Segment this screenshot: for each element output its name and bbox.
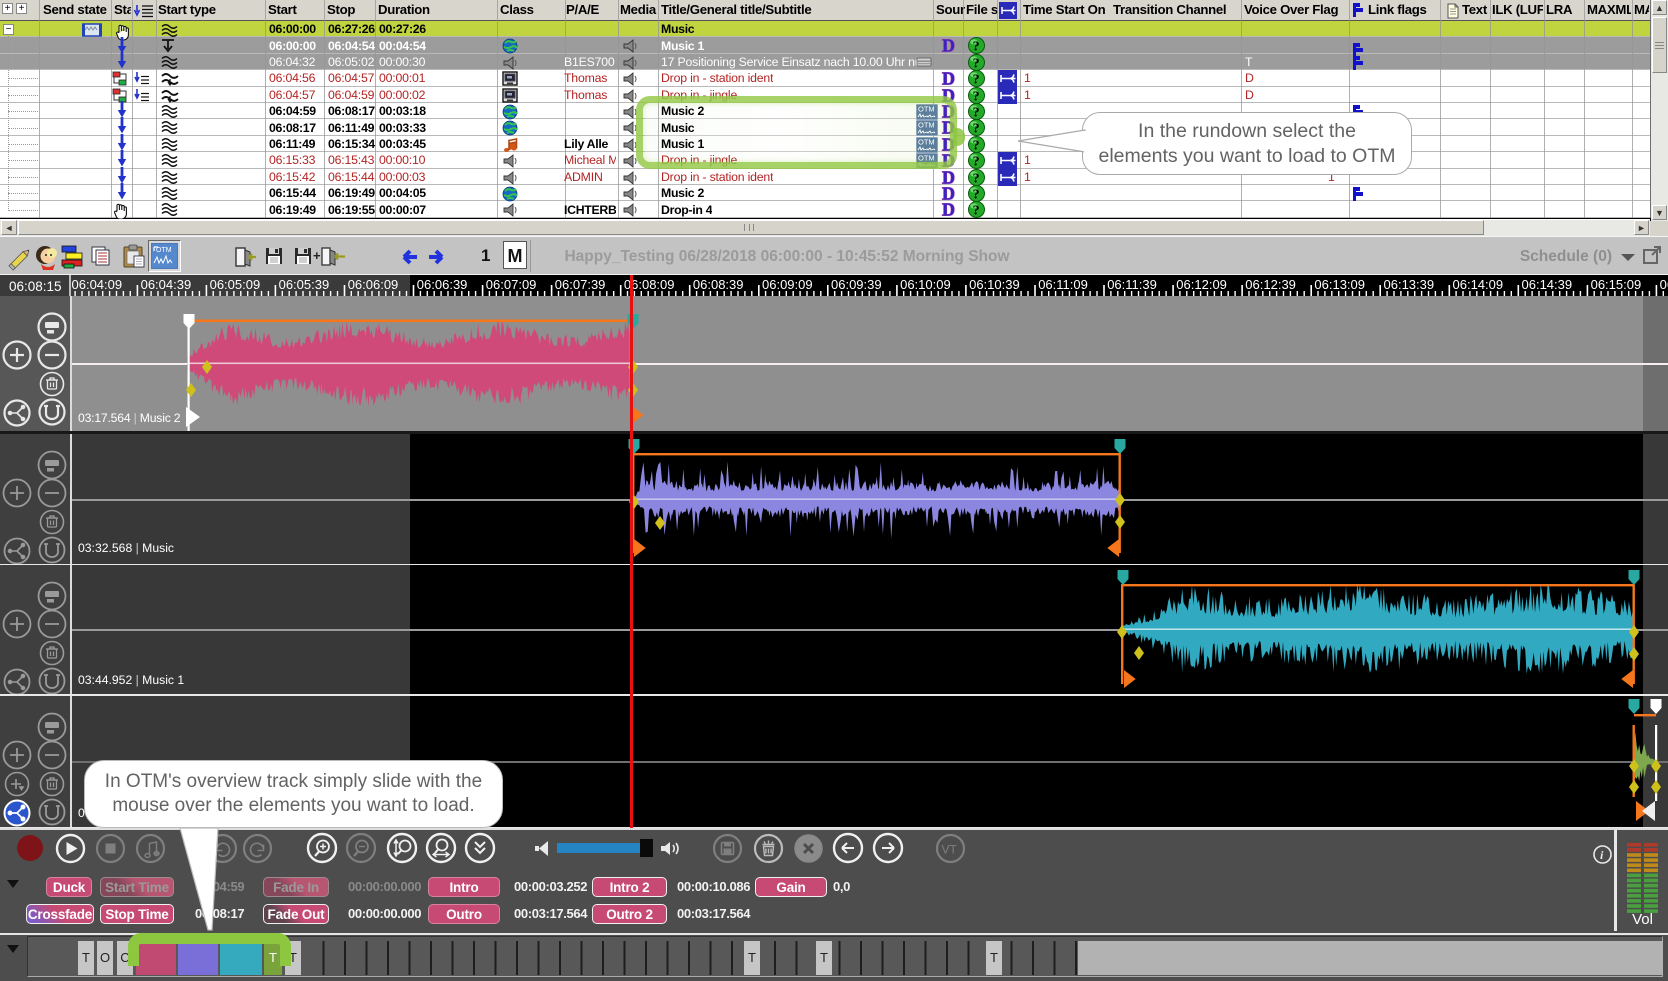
- svg-text:?: ?: [973, 56, 980, 71]
- svg-text:?: ?: [973, 73, 980, 88]
- svg-text:?: ?: [973, 89, 980, 104]
- svg-text:D: D: [942, 169, 955, 186]
- svg-text:D: D: [942, 37, 955, 54]
- svg-text:?: ?: [973, 40, 980, 55]
- svg-text:?: ?: [973, 155, 980, 170]
- svg-text:?: ?: [973, 204, 980, 219]
- svg-text:?: ?: [973, 171, 980, 186]
- svg-text:D: D: [942, 185, 955, 202]
- svg-text:?: ?: [973, 138, 980, 153]
- svg-text:D: D: [942, 201, 955, 218]
- svg-text:?: ?: [973, 106, 980, 121]
- svg-text:VT: VT: [941, 842, 957, 856]
- svg-text:D: D: [942, 70, 955, 87]
- svg-text:i: i: [1600, 848, 1604, 862]
- svg-text:OTM: OTM: [156, 247, 172, 254]
- svg-text:?: ?: [973, 188, 980, 203]
- svg-text:?: ?: [973, 122, 980, 137]
